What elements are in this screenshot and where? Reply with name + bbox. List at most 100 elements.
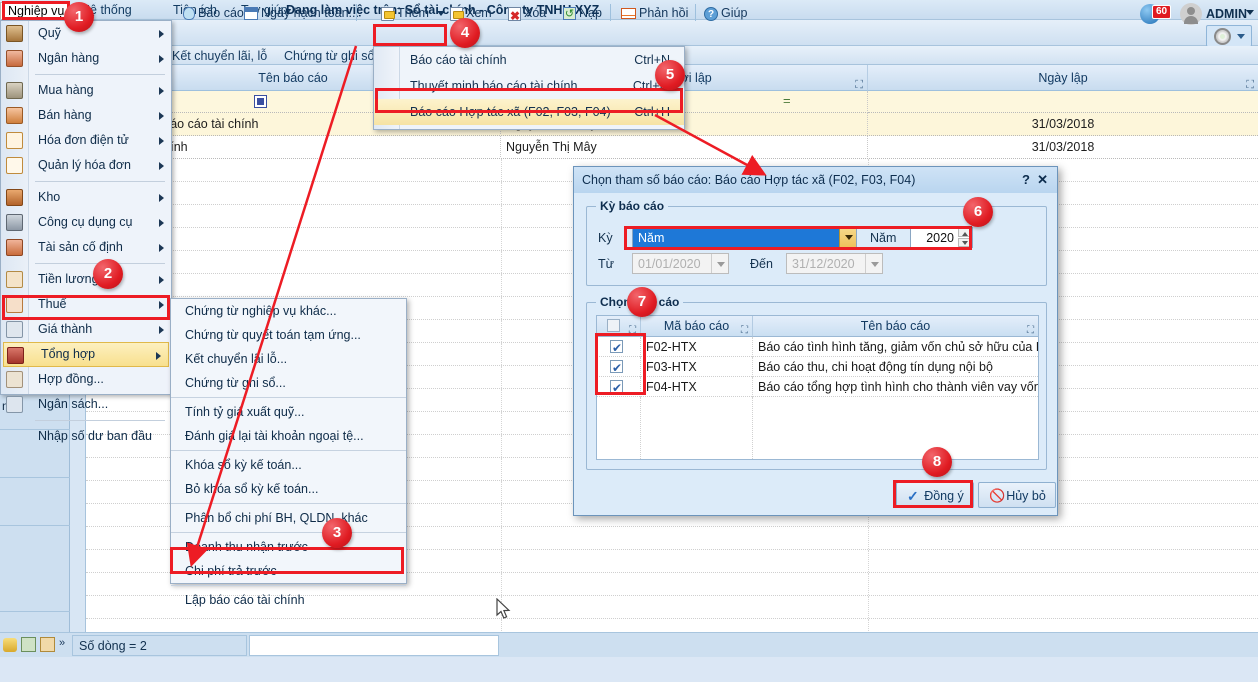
menu-item-thue[interactable]: Thuế: [1, 292, 171, 317]
report-row-ten: Báo cáo thu, chi hoạt động tín dụng nội …: [758, 360, 993, 374]
report-table-header-ma[interactable]: Mã báo cáo ⛶: [641, 316, 753, 337]
menu-item-ban-hang[interactable]: Bán hàng: [1, 103, 171, 128]
avatar[interactable]: [1180, 3, 1202, 25]
report-table-header-ten[interactable]: Tên báo cáo ⛶: [753, 316, 1038, 337]
money-bag-icon[interactable]: [21, 637, 36, 652]
filter-box-icon[interactable]: [254, 95, 267, 108]
submenu-item-chung-tu-ghi-so[interactable]: Chứng từ ghi sổ...: [171, 371, 406, 395]
grid-header-ngay-lap[interactable]: Ngày lập ⛶: [868, 65, 1258, 91]
menu-item-hop-dong[interactable]: Hợp đồng...: [1, 367, 171, 392]
add-menu-item-bao-cao-tai-chinh[interactable]: Báo cáo tài chính Ctrl+N: [374, 47, 684, 73]
report-row-checkbox-cell[interactable]: [597, 337, 641, 357]
submenu-item-bo-khoa-so-ky-ke-toan[interactable]: Bỏ khóa sổ kỳ kế toán...: [171, 477, 406, 501]
report-row-checkbox[interactable]: [610, 358, 623, 377]
report-table[interactable]: ⛶ Mã báo cáo ⛶ Tên báo cáo ⛶ F02-HTX Báo…: [596, 315, 1039, 460]
toolbar-ngay-hach-toan-button[interactable]: Ngày hạch toán...: [241, 3, 362, 23]
menu-item-hoa-don-dien-tu[interactable]: Hóa đơn điện tử: [1, 128, 171, 153]
table-row[interactable]: Báo cáo tài chính Nguyễn Thị Mây 31/03/2…: [86, 136, 1258, 159]
nghiep-vu-dropdown-menu[interactable]: Quỹ Ngân hàng Mua hàng Bán hàng Hóa đơn …: [0, 20, 172, 443]
user-name-label[interactable]: ADMIN: [1206, 3, 1247, 25]
menu-item-kho[interactable]: Kho: [1, 185, 171, 210]
report-table-row[interactable]: F04-HTX Báo cáo tổng hợp tình hình cho t…: [597, 377, 1038, 397]
huy-bo-button[interactable]: 🚫 Hủy bỏ: [978, 482, 1056, 508]
them-chevron-down-icon[interactable]: [437, 11, 446, 17]
leftnav-item-9[interactable]: [0, 478, 70, 526]
toolbar-giup-button[interactable]: ? Giúp: [701, 3, 750, 23]
tu-date-picker[interactable]: 01/01/2020: [632, 253, 729, 274]
submenu-item-doanh-thu-nhan-truoc[interactable]: Doanh thu nhận trước: [171, 535, 406, 559]
submenu-item-danh-gia-lai-tai-khoan-ngoai-te[interactable]: Đánh giá lại tài khoản ngoại tệ...: [171, 424, 406, 448]
report-row-checkbox-cell[interactable]: [597, 377, 641, 397]
menu-item-gia-thanh[interactable]: Giá thành: [1, 317, 171, 342]
user-chevron-down-icon[interactable]: [1246, 10, 1254, 15]
submenu-item-ket-chuyen-lai-lo[interactable]: Kết chuyển lãi lỗ...: [171, 347, 406, 371]
add-menu-item-bao-cao-hop-tac-xa[interactable]: Báo cáo Hợp tác xã (F02, F03, F04) Ctrl+…: [374, 99, 684, 125]
menu-item-tien-luong[interactable]: Tiền lương: [1, 267, 171, 292]
report-row-checkbox-cell[interactable]: [597, 357, 641, 377]
toolbar-xoa-button[interactable]: Xóa: [505, 3, 549, 26]
dong-y-button[interactable]: ✓ Đồng ý: [896, 482, 974, 508]
tong-hop-submenu[interactable]: Chứng từ nghiệp vụ khác... Chứng từ quyế…: [170, 298, 407, 607]
menu-item-tai-san-co-dinh[interactable]: Tài sản cố định: [1, 235, 171, 260]
tab-ket-chuyen-lai-lo[interactable]: Kết chuyển lãi, lỗ: [166, 47, 273, 65]
report-table-row[interactable]: F03-HTX Báo cáo thu, chi hoạt động tín d…: [597, 357, 1038, 377]
menu-item-nhap-so-du-ban-dau[interactable]: Nhập số dư ban đầu: [1, 424, 171, 449]
menu-item-label: Giá thành: [38, 322, 93, 336]
chevron-right-icon: [159, 137, 164, 145]
them-dropdown-menu[interactable]: Báo cáo tài chính Ctrl+N Thuyết minh báo…: [373, 46, 685, 130]
menu-item-ngan-sach[interactable]: Ngân sách...: [1, 392, 171, 417]
toolbar-phan-hoi-button[interactable]: Phản hồi: [618, 3, 691, 23]
help-icon[interactable]: ?: [1022, 167, 1030, 193]
spinner-up-icon[interactable]: [958, 228, 971, 237]
submenu-item-chung-tu-quyet-toan-tam-ung[interactable]: Chứng từ quyết toán tạm ứng...: [171, 323, 406, 347]
settings-button[interactable]: [1206, 25, 1252, 47]
submenu-item-khoa-so-ky-ke-toan[interactable]: Khóa sổ kỳ kế toán...: [171, 453, 406, 477]
leftnav-item-10[interactable]: [0, 526, 70, 612]
select-all-checkbox[interactable]: [607, 319, 620, 332]
tu-date-chevron-down-icon[interactable]: [711, 254, 728, 273]
menu-item-ngan-hang[interactable]: Ngân hàng: [1, 46, 171, 71]
period-group-legend: Kỳ báo cáo: [596, 199, 669, 213]
ky-label: Kỳ: [598, 231, 613, 245]
menu-item-mua-hang[interactable]: Mua hàng: [1, 78, 171, 103]
settings-chevron-down-icon[interactable]: [1237, 34, 1245, 39]
report-table-row[interactable]: F02-HTX Báo cáo tình hình tăng, giảm vốn…: [597, 337, 1038, 357]
coins-icon[interactable]: [3, 638, 17, 652]
submenu-item-lap-bao-cao-tai-chinh[interactable]: Lập báo cáo tài chính: [171, 588, 406, 612]
add-menu-item-label: Báo cáo tài chính: [410, 53, 507, 67]
submenu-item-tinh-ty-gia-xuat-quy[interactable]: Tính tỷ giá xuất quỹ...: [171, 400, 406, 424]
submenu-item-chi-phi-tra-truoc[interactable]: Chi phí trả trước: [171, 559, 406, 583]
den-date-value: 31/12/2020: [792, 257, 855, 271]
menu-item-quan-ly-hoa-don[interactable]: Quản lý hóa đơn: [1, 153, 171, 178]
notification-count-badge[interactable]: 60: [1152, 5, 1172, 19]
chevron-right-icon: [159, 326, 164, 334]
tab-chung-tu-ghi-so[interactable]: Chứng từ ghi sổ: [278, 47, 380, 65]
nam-spinner[interactable]: 2020: [910, 227, 973, 248]
more-icon[interactable]: »: [59, 637, 65, 649]
leftnav-quick-icons[interactable]: »: [0, 632, 70, 657]
submenu-item-chung-tu-nghiep-vu-khac[interactable]: Chứng từ nghiệp vụ khác...: [171, 299, 406, 323]
filter-operator-label: =: [783, 93, 791, 108]
grid-filter-ngay-lap[interactable]: =: [783, 91, 1258, 113]
note-icon[interactable]: [40, 637, 55, 652]
toolbar-them-button[interactable]: Thêm: [378, 3, 448, 23]
toolbar-ngay-hach-toan-label: Ngày hạch toán...: [261, 6, 359, 20]
ky-select[interactable]: Năm: [632, 227, 857, 248]
report-table-header-checkbox[interactable]: ⛶: [597, 316, 641, 337]
chevron-right-icon: [159, 87, 164, 95]
toolbar-nap-button[interactable]: ↺ Nạp: [560, 3, 605, 23]
close-icon[interactable]: ✕: [1037, 167, 1048, 193]
submenu-item-phan-bo-chi-phi[interactable]: Phân bổ chi phí BH, QLDN, khác: [171, 506, 406, 530]
add-menu-item-thuyet-minh-bao-cao-tai-chinh[interactable]: Thuyết minh báo cáo tài chính Ctrl+M: [374, 73, 684, 99]
report-row-checkbox[interactable]: [610, 378, 623, 397]
spinner-down-icon[interactable]: [958, 238, 971, 247]
ky-select-chevron-down-icon[interactable]: [839, 228, 856, 247]
den-date-chevron-down-icon[interactable]: [865, 254, 882, 273]
report-row-checkbox[interactable]: [610, 338, 623, 357]
menu-item-tong-hop[interactable]: Tổng hợp: [3, 342, 169, 367]
menu-nghiep-vu[interactable]: Nghiệp vụ: [0, 2, 70, 19]
menu-item-cong-cu-dung-cu[interactable]: Công cụ dụng cụ: [1, 210, 171, 235]
menu-item-label: Ngân hàng: [38, 51, 100, 65]
den-date-picker[interactable]: 31/12/2020: [786, 253, 883, 274]
toolbar-bao-cao-button[interactable]: Báo cáo: [180, 3, 247, 23]
